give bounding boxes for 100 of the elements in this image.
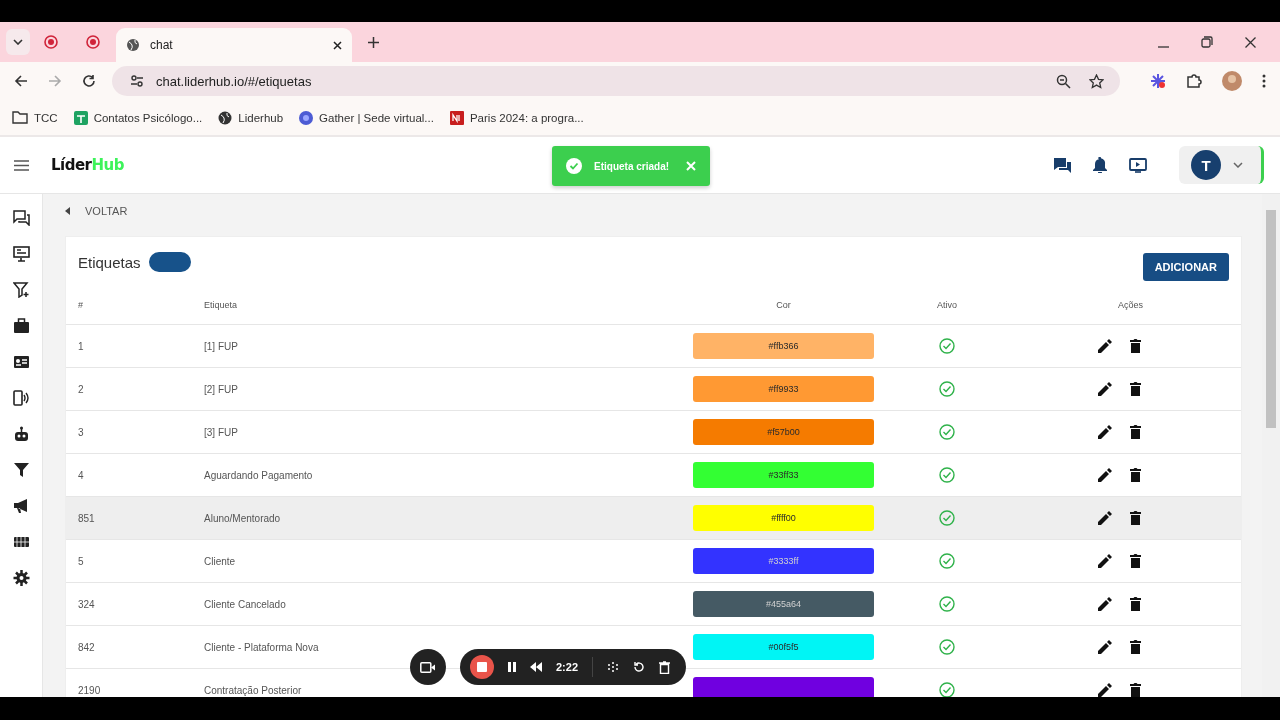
table-row[interactable]: 5 Cliente #3333ff xyxy=(66,540,1241,583)
new-tab-button[interactable] xyxy=(368,37,379,48)
table-cell-text: 4 xyxy=(78,469,85,481)
delete-icon[interactable] xyxy=(659,660,671,674)
menu-icon[interactable] xyxy=(14,159,29,171)
restart-icon[interactable] xyxy=(633,661,646,673)
check-circle-icon xyxy=(566,158,582,174)
logo: LíderHub xyxy=(51,156,124,174)
monitor-icon[interactable] xyxy=(12,246,30,262)
chevron-down-icon xyxy=(13,39,23,45)
zoom-out-icon[interactable] xyxy=(1056,73,1071,89)
column-header: Ações xyxy=(1118,300,1143,310)
table-row[interactable]: 1 [1] FUP #ffb366 xyxy=(66,325,1241,368)
delete-icon[interactable] xyxy=(1130,468,1141,482)
id-card-icon[interactable] xyxy=(12,354,30,370)
screen-play-icon[interactable] xyxy=(1129,157,1147,173)
site-settings-icon[interactable] xyxy=(130,74,144,88)
filter-icon[interactable] xyxy=(12,462,30,478)
edit-icon[interactable] xyxy=(1098,683,1112,697)
table-cell-text: 2 xyxy=(78,383,85,395)
edit-icon[interactable] xyxy=(1098,640,1112,654)
briefcase-icon[interactable] xyxy=(12,318,30,334)
edit-icon[interactable] xyxy=(1098,597,1112,611)
delete-icon[interactable] xyxy=(1130,554,1141,568)
bookmark[interactable]: Paris 2024: a progra... xyxy=(449,110,584,125)
rewind-icon[interactable] xyxy=(530,662,542,672)
table-row[interactable]: 3 [3] FUP #f57b00 xyxy=(66,411,1241,454)
bookmark[interactable]: Gather | Sede virtual... xyxy=(299,110,434,125)
stop-button[interactable] xyxy=(470,655,494,679)
table-cell-text: 842 xyxy=(78,641,96,653)
star-icon[interactable] xyxy=(1089,73,1104,89)
storage-icon[interactable] xyxy=(12,534,30,550)
chat-icon[interactable] xyxy=(12,210,30,226)
tab-list-button[interactable] xyxy=(6,29,30,55)
color-swatch: #33ff33 xyxy=(693,462,874,488)
address-bar[interactable]: chat.liderhub.io/#/etiquetas xyxy=(112,66,1120,96)
table-cell-text: [2] FUP xyxy=(204,383,239,395)
bookmark[interactable]: Liderhub xyxy=(218,110,284,125)
delete-icon[interactable] xyxy=(1130,597,1141,611)
restore-button[interactable] xyxy=(1201,36,1213,48)
add-button[interactable]: ADICIONAR xyxy=(1142,253,1229,281)
color-swatch: #455a64 xyxy=(693,591,874,617)
delete-icon[interactable] xyxy=(1130,425,1141,439)
delete-icon[interactable] xyxy=(1130,683,1141,697)
menu-icon[interactable] xyxy=(1262,74,1266,88)
robot-icon[interactable] xyxy=(12,426,30,442)
grid-dots-icon[interactable] xyxy=(607,661,620,673)
edit-icon[interactable] xyxy=(1098,339,1112,353)
table-row[interactable]: 851 Aluno/Mentorado #ffff00 xyxy=(66,497,1241,540)
table-cell-text: Aluno/Mentorado xyxy=(204,512,282,524)
user-menu[interactable]: T xyxy=(1179,146,1264,184)
news-icon xyxy=(449,110,464,125)
filter-plus-icon[interactable] xyxy=(12,282,30,298)
edit-icon[interactable] xyxy=(1098,468,1112,482)
delete-icon[interactable] xyxy=(1130,640,1141,654)
back-icon[interactable] xyxy=(14,74,28,88)
table-cell-text: Aguardando Pagamento xyxy=(204,469,314,481)
color-swatch: #ffb366 xyxy=(693,333,874,359)
puzzle-icon[interactable] xyxy=(1186,73,1202,89)
profile-avatar[interactable] xyxy=(1222,71,1242,91)
toast-message: Etiqueta criada! xyxy=(594,160,671,172)
table-cell-text: [1] FUP xyxy=(204,340,239,352)
table-cell-text: Cliente xyxy=(204,555,237,567)
table-cell-text: Cliente - Plataforma Nova xyxy=(204,641,320,653)
close-icon[interactable] xyxy=(333,40,342,50)
globe-icon xyxy=(126,38,140,52)
bell-icon[interactable] xyxy=(1093,157,1107,173)
edit-icon[interactable] xyxy=(1098,511,1112,525)
delete-icon[interactable] xyxy=(1130,339,1141,353)
gear-icon[interactable] xyxy=(12,570,30,586)
column-header: # xyxy=(78,300,84,310)
edit-icon[interactable] xyxy=(1098,554,1112,568)
delete-icon[interactable] xyxy=(1130,511,1141,525)
close-window-button[interactable] xyxy=(1245,37,1256,48)
megaphone-icon[interactable] xyxy=(12,498,30,514)
dots-icon xyxy=(299,110,314,125)
pause-icon[interactable] xyxy=(508,662,516,672)
bookmark[interactable]: TCC xyxy=(12,111,58,124)
edit-icon[interactable] xyxy=(1098,425,1112,439)
phone-icon[interactable] xyxy=(12,390,30,406)
color-swatch: #3333ff xyxy=(693,548,874,574)
back-link[interactable]: VOLTAR xyxy=(65,194,145,228)
table-cell-text: 3 xyxy=(78,426,85,438)
record-icon xyxy=(86,35,100,49)
scrollbar-thumb[interactable] xyxy=(1266,210,1276,428)
table-cell-text: 2190 xyxy=(78,684,102,696)
edit-icon[interactable] xyxy=(1098,382,1112,396)
extension-icon[interactable] xyxy=(1150,73,1166,89)
browser-tab[interactable]: chat xyxy=(116,28,352,62)
reload-icon[interactable] xyxy=(82,74,96,88)
table-row[interactable]: 2 [2] FUP #ff9933 xyxy=(66,368,1241,411)
bookmark[interactable]: Contatos Psicólogo... xyxy=(73,110,203,125)
delete-icon[interactable] xyxy=(1130,382,1141,396)
chevron-down-icon xyxy=(1233,162,1243,168)
chat-icon[interactable] xyxy=(1054,157,1071,173)
table-row[interactable]: 324 Cliente Cancelado #455a64 xyxy=(66,583,1241,626)
record-icon xyxy=(44,35,58,49)
table-cell-text: 5 xyxy=(78,555,85,567)
table-cell-text: 324 xyxy=(78,598,96,610)
color-swatch: #00f5f5 xyxy=(693,634,874,660)
